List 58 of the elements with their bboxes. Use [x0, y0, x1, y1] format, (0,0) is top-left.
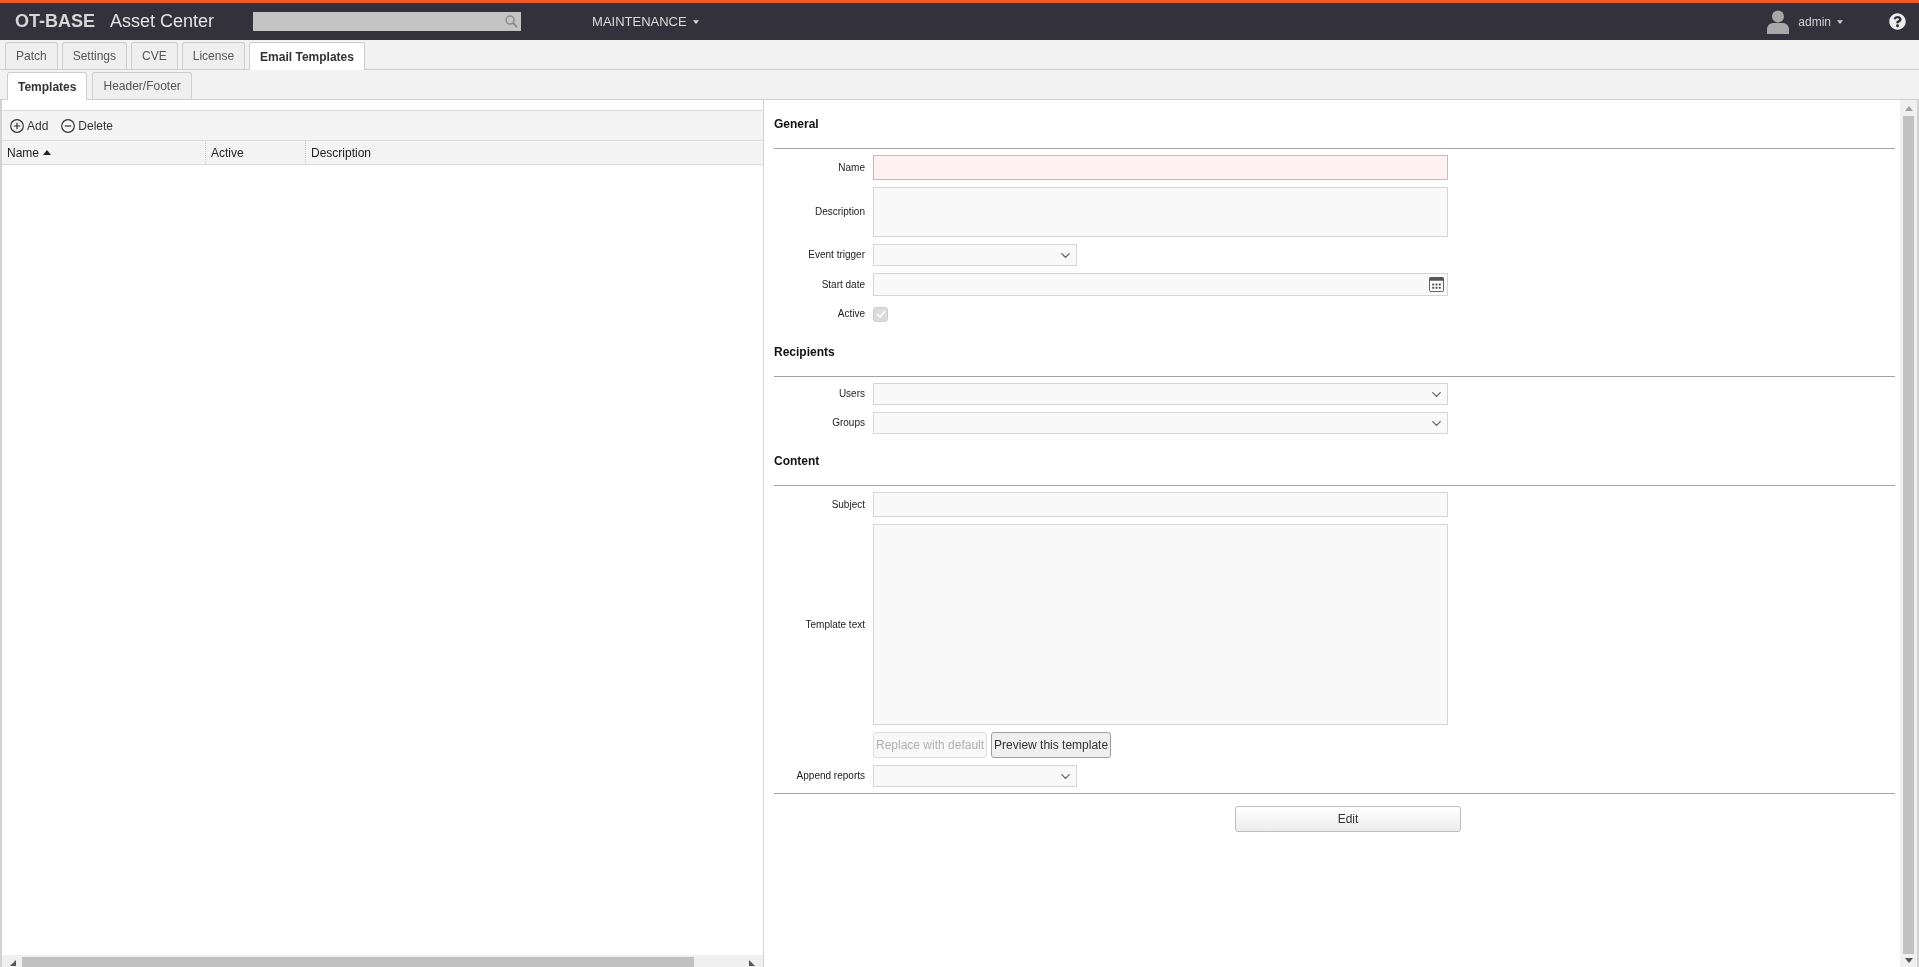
caret-icon — [692, 19, 699, 24]
field-label: Event trigger — [808, 249, 865, 261]
scrollbar-thumb[interactable] — [1903, 116, 1914, 954]
tab[interactable]: Settings — [61, 42, 128, 69]
form-button[interactable]: Preview this template — [991, 732, 1112, 758]
field-label: Template text — [805, 618, 865, 631]
column-header[interactable]: Active — [205, 141, 305, 164]
text-area[interactable] — [873, 187, 1448, 237]
template-text-area[interactable] — [873, 524, 1448, 725]
dropdown-field[interactable] — [873, 765, 1077, 787]
tab[interactable]: Patch — [5, 42, 58, 69]
date-field[interactable] — [873, 273, 1448, 296]
field-label: Name — [838, 161, 865, 174]
field-label: Groups — [832, 417, 865, 429]
user-avatar-icon — [1767, 9, 1790, 34]
scroll-left-icon[interactable] — [10, 960, 16, 966]
scroll-up-icon[interactable] — [1904, 106, 1913, 111]
logo: OT-BASE — [15, 10, 95, 33]
column-header[interactable]: Name — [2, 141, 205, 164]
horizontal-scrollbar[interactable] — [2, 955, 763, 967]
column-header[interactable]: Description — [305, 141, 763, 164]
search-field[interactable] — [253, 12, 522, 31]
minus-circle-icon — [61, 118, 76, 133]
toolbar-button[interactable]: Delete — [61, 116, 114, 135]
edit-button[interactable]: Edit — [1235, 806, 1461, 832]
tab[interactable]: CVE — [131, 42, 178, 69]
tab[interactable]: License — [181, 42, 246, 69]
field-label: Users — [838, 388, 865, 400]
tab[interactable]: Email Templates — [249, 42, 365, 70]
checkmark-icon — [875, 310, 886, 318]
user-menu[interactable]: admin — [1798, 12, 1843, 31]
search-icon — [505, 15, 519, 28]
scroll-right-icon[interactable] — [749, 960, 755, 966]
text-input[interactable] — [873, 492, 1448, 517]
field-label: Active — [837, 308, 865, 320]
app-title: Asset Center — [110, 10, 215, 33]
dropdown-field[interactable] — [873, 412, 1448, 434]
caret-icon — [1837, 19, 1843, 24]
sub-tab[interactable]: Header/Footer — [92, 72, 192, 99]
dropdown-field[interactable] — [873, 244, 1077, 266]
field-label: Subject — [831, 498, 865, 511]
field-label: Start date — [821, 278, 865, 291]
help-icon[interactable] — [1889, 13, 1906, 30]
calendar-icon[interactable] — [1429, 277, 1444, 292]
sub-tab[interactable]: Templates — [7, 72, 88, 100]
section-title: Content — [774, 453, 821, 469]
toolbar-button[interactable]: Add — [10, 116, 49, 135]
field-label: Description — [814, 206, 865, 218]
scrollbar-thumb[interactable] — [22, 957, 694, 967]
maintenance-menu[interactable]: MAINTENANCE — [592, 11, 699, 32]
vertical-scrollbar[interactable] — [1900, 100, 1917, 967]
field-label: Append reports — [796, 770, 865, 782]
section-title: General — [774, 116, 820, 132]
scroll-down-icon[interactable] — [1904, 958, 1913, 963]
section-title: Recipients — [774, 344, 836, 360]
dropdown-field[interactable] — [873, 383, 1448, 405]
text-input[interactable] — [873, 155, 1448, 180]
plus-circle-icon — [10, 118, 24, 133]
